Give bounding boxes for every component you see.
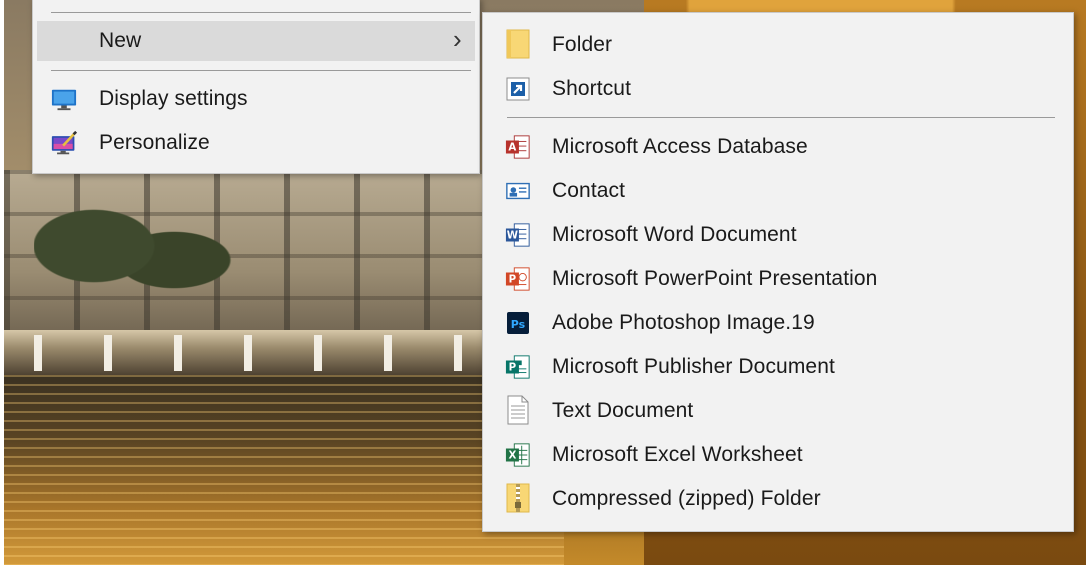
svg-text:X: X: [508, 451, 516, 462]
submenu-item-shortcut[interactable]: Shortcut: [485, 69, 1071, 109]
personalize-label: Personalize: [99, 131, 210, 154]
new-menu-item[interactable]: New ›: [37, 21, 475, 61]
submenu-item-label: Microsoft Word Document: [552, 223, 797, 246]
desktop-context-menu: New › Display settings Personalize: [32, 0, 480, 174]
submenu-separator: [507, 117, 1055, 118]
submenu-item-compressed-folder[interactable]: Compressed (zipped) Folder: [485, 479, 1071, 519]
submenu-item-label: Adobe Photoshop Image.19: [552, 311, 815, 334]
svg-text:A: A: [508, 143, 516, 154]
submenu-item-word-document[interactable]: W Microsoft Word Document: [485, 215, 1071, 255]
personalize-menu-item[interactable]: Personalize: [37, 123, 475, 163]
excel-icon: X: [505, 442, 531, 468]
shortcut-icon: [505, 76, 531, 102]
submenu-item-excel-worksheet[interactable]: X Microsoft Excel Worksheet: [485, 435, 1071, 475]
chevron-right-icon: ›: [453, 24, 462, 54]
contact-icon: [505, 178, 531, 204]
submenu-item-powerpoint-presentation[interactable]: P Microsoft PowerPoint Presentation: [485, 259, 1071, 299]
submenu-item-label: Microsoft PowerPoint Presentation: [552, 267, 878, 290]
submenu-item-label: Shortcut: [552, 77, 632, 100]
submenu-item-label: Microsoft Access Database: [552, 135, 808, 158]
powerpoint-icon: P: [505, 266, 531, 292]
submenu-item-label: Microsoft Excel Worksheet: [552, 443, 803, 466]
svg-text:W: W: [507, 231, 518, 242]
access-icon: A: [505, 134, 531, 160]
submenu-item-text-document[interactable]: Text Document: [485, 391, 1071, 431]
wallpaper-posts: [34, 335, 474, 371]
submenu-item-contact[interactable]: Contact: [485, 171, 1071, 211]
submenu-item-label: Contact: [552, 179, 626, 202]
svg-text:Ps: Ps: [511, 318, 526, 331]
submenu-item-access-database[interactable]: A Microsoft Access Database: [485, 127, 1071, 167]
menu-separator: [51, 70, 471, 71]
submenu-item-label: Text Document: [552, 399, 694, 422]
photoshop-icon: Ps: [505, 310, 531, 336]
svg-text:P: P: [509, 275, 517, 286]
word-icon: W: [505, 222, 531, 248]
wallpaper-trees: [34, 190, 234, 330]
wallpaper-water: [4, 375, 564, 565]
submenu-item-label: Compressed (zipped) Folder: [552, 487, 821, 510]
text-document-icon: [505, 395, 531, 425]
new-submenu: Folder Shortcut A Microsoft Access Datab…: [482, 12, 1074, 532]
submenu-item-folder[interactable]: Folder: [485, 25, 1071, 65]
zip-folder-icon: [505, 483, 531, 513]
display-settings-label: Display settings: [99, 87, 248, 110]
submenu-item-label: Microsoft Publisher Document: [552, 355, 835, 378]
submenu-item-publisher-document[interactable]: P Microsoft Publisher Document: [485, 347, 1071, 387]
svg-text:P: P: [509, 363, 517, 374]
new-menu-label: New: [99, 29, 142, 52]
display-settings-menu-item[interactable]: Display settings: [37, 79, 475, 119]
personalize-icon: [51, 130, 77, 156]
folder-icon: [505, 29, 531, 59]
publisher-icon: P: [505, 354, 531, 380]
submenu-item-photoshop-image[interactable]: Ps Adobe Photoshop Image.19: [485, 303, 1071, 343]
submenu-item-label: Folder: [552, 33, 613, 56]
monitor-icon: [51, 86, 77, 112]
menu-separator: [51, 12, 471, 13]
